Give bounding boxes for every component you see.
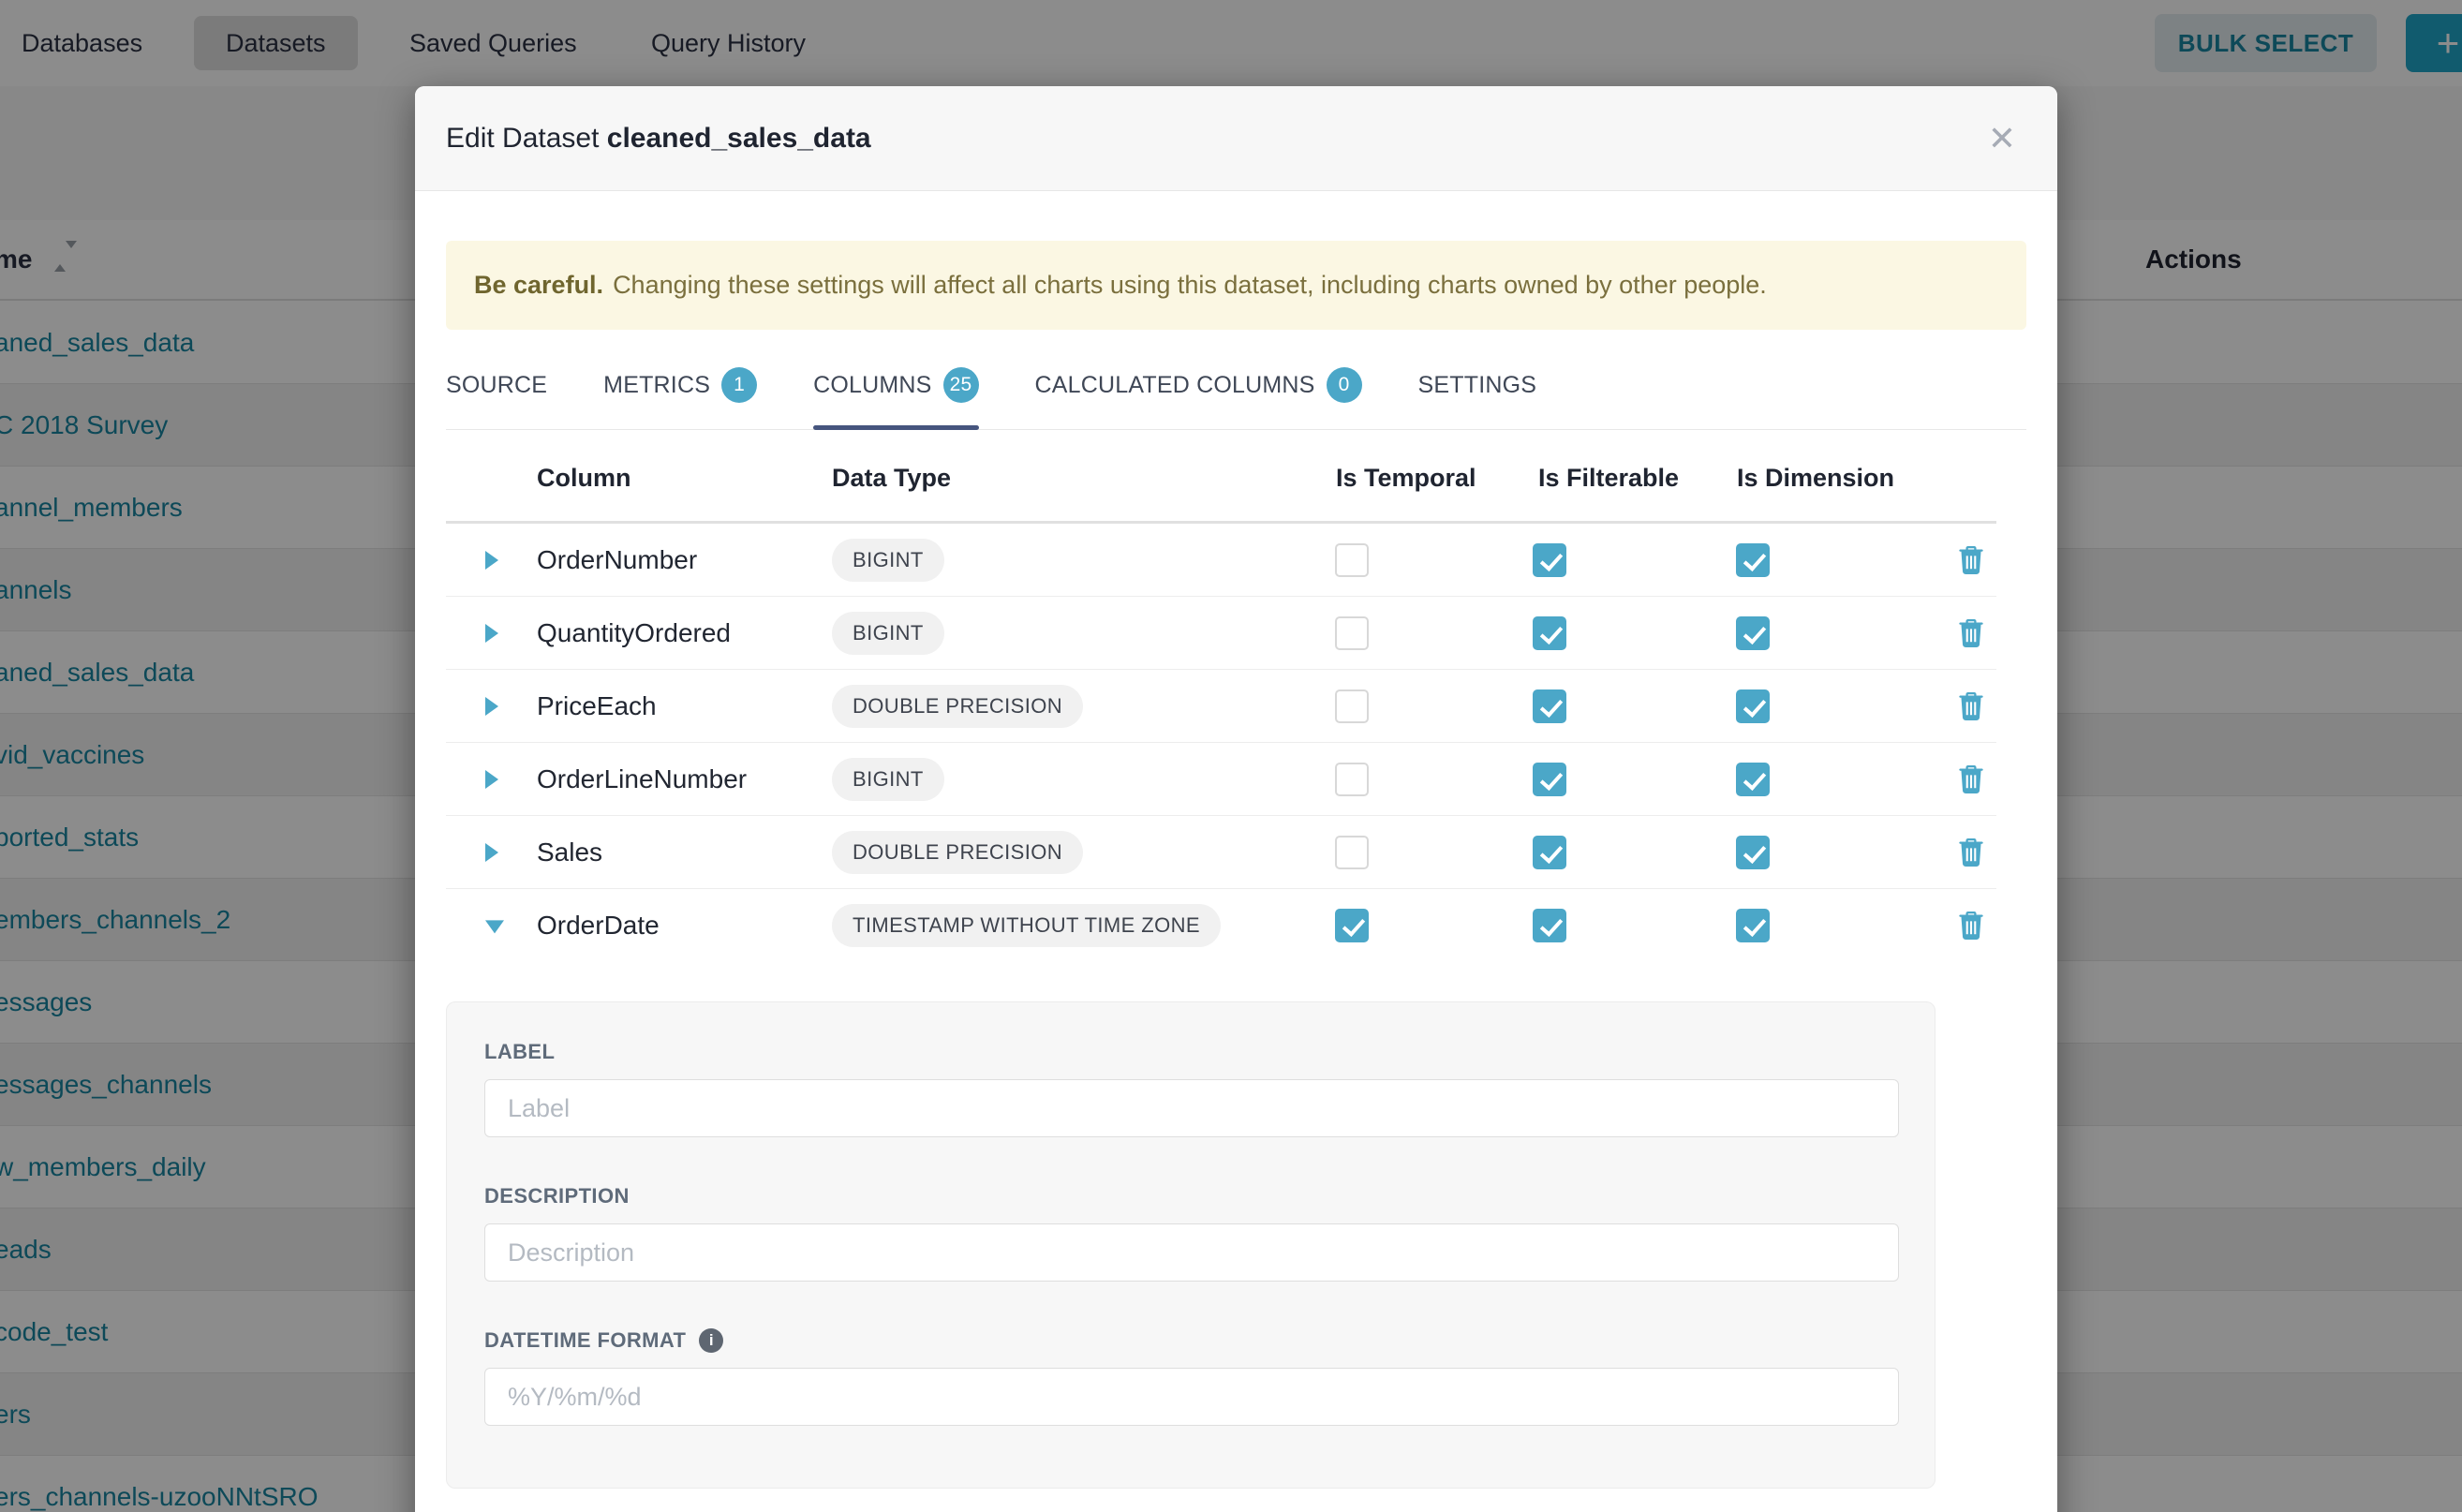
- is-temporal-checkbox[interactable]: [1335, 909, 1369, 942]
- header-is-temporal: Is Temporal: [1336, 464, 1476, 493]
- columns-count-badge: 25: [943, 367, 979, 403]
- label-input[interactable]: [484, 1079, 1899, 1137]
- modal-title-prefix: Edit Dataset: [446, 123, 599, 154]
- column-row: QuantityOrdered BIGINT: [446, 597, 1996, 670]
- column-row: OrderDate TIMESTAMP WITHOUT TIME ZONE: [446, 889, 1996, 962]
- column-row: OrderLineNumber BIGINT: [446, 743, 1996, 816]
- is-filterable-checkbox[interactable]: [1533, 763, 1566, 796]
- tab-source-label: SOURCE: [446, 372, 547, 399]
- column-name: PriceEach: [537, 691, 657, 721]
- header-data-type: Data Type: [832, 464, 951, 493]
- description-input[interactable]: [484, 1223, 1899, 1282]
- is-dimension-checkbox[interactable]: [1736, 763, 1770, 796]
- is-filterable-checkbox[interactable]: [1533, 836, 1566, 869]
- modal-title-dataset-name: cleaned_sales_data: [607, 123, 871, 154]
- is-filterable-checkbox[interactable]: [1533, 909, 1566, 942]
- expand-caret-icon[interactable]: [485, 697, 498, 716]
- data-type-pill: BIGINT: [832, 612, 944, 655]
- is-dimension-checkbox[interactable]: [1736, 836, 1770, 869]
- tab-metrics[interactable]: METRICS 1: [603, 367, 757, 429]
- data-type-pill: DOUBLE PRECISION: [832, 685, 1083, 728]
- info-icon[interactable]: i: [699, 1328, 723, 1353]
- header-column: Column: [537, 464, 631, 493]
- is-dimension-checkbox[interactable]: [1736, 616, 1770, 650]
- tab-calculated-columns[interactable]: CALCULATED COLUMNS 0: [1035, 367, 1362, 429]
- metrics-count-badge: 1: [721, 367, 757, 403]
- tab-columns[interactable]: COLUMNS 25: [813, 367, 978, 429]
- expand-caret-icon[interactable]: [485, 843, 498, 862]
- column-name: OrderDate: [537, 911, 660, 941]
- modal-header: Edit Dataset cleaned_sales_data ✕: [415, 86, 2057, 191]
- datetime-format-field-label: DATETIME FORMAT i: [484, 1328, 1897, 1353]
- tab-columns-label: COLUMNS: [813, 372, 931, 399]
- is-dimension-checkbox[interactable]: [1736, 909, 1770, 942]
- column-name: QuantityOrdered: [537, 618, 731, 648]
- data-type-pill: BIGINT: [832, 539, 944, 582]
- edit-dataset-modal: Edit Dataset cleaned_sales_data ✕ Be car…: [415, 86, 2057, 1512]
- warning-banner: Be careful. Changing these settings will…: [446, 241, 2026, 330]
- modal-title: Edit Dataset cleaned_sales_data: [446, 123, 871, 155]
- column-row: Sales DOUBLE PRECISION: [446, 816, 1996, 889]
- is-dimension-checkbox[interactable]: [1736, 689, 1770, 723]
- expand-caret-icon[interactable]: [485, 551, 498, 570]
- warning-bold: Be careful.: [474, 271, 603, 300]
- header-is-filterable: Is Filterable: [1538, 464, 1679, 493]
- is-dimension-checkbox[interactable]: [1736, 543, 1770, 577]
- is-temporal-checkbox[interactable]: [1335, 763, 1369, 796]
- delete-trash-icon[interactable]: [1958, 546, 1984, 574]
- is-temporal-checkbox[interactable]: [1335, 543, 1369, 577]
- is-temporal-checkbox[interactable]: [1335, 689, 1369, 723]
- tab-settings[interactable]: SETTINGS: [1418, 367, 1537, 429]
- delete-trash-icon[interactable]: [1958, 912, 1984, 940]
- is-filterable-checkbox[interactable]: [1533, 616, 1566, 650]
- expand-caret-icon[interactable]: [485, 770, 498, 789]
- is-filterable-checkbox[interactable]: [1533, 543, 1566, 577]
- expand-caret-icon[interactable]: [485, 920, 504, 933]
- close-icon[interactable]: ✕: [1988, 122, 2016, 156]
- warning-text: Changing these settings will affect all …: [613, 271, 1767, 300]
- datetime-format-input[interactable]: [484, 1368, 1899, 1426]
- modal-tabs: SOURCE METRICS 1 COLUMNS 25 CALCULATED C…: [446, 367, 2026, 430]
- delete-trash-icon[interactable]: [1958, 838, 1984, 867]
- is-temporal-checkbox[interactable]: [1335, 616, 1369, 650]
- data-type-pill: TIMESTAMP WITHOUT TIME ZONE: [832, 904, 1221, 947]
- column-row: OrderNumber BIGINT: [446, 524, 1996, 597]
- column-editor-panel: LABEL DESCRIPTION DATETIME FORMAT i: [446, 1001, 1935, 1489]
- columns-table: Column Data Type Is Temporal Is Filterab…: [446, 430, 1996, 962]
- calculated-columns-count-badge: 0: [1327, 367, 1362, 403]
- data-type-pill: DOUBLE PRECISION: [832, 831, 1083, 874]
- column-name: OrderLineNumber: [537, 764, 747, 794]
- column-row: PriceEach DOUBLE PRECISION: [446, 670, 1996, 743]
- columns-table-header: Column Data Type Is Temporal Is Filterab…: [446, 430, 1996, 524]
- column-name: Sales: [537, 838, 602, 867]
- label-field-label: LABEL: [484, 1040, 1897, 1064]
- column-name: OrderNumber: [537, 545, 697, 575]
- delete-trash-icon[interactable]: [1958, 692, 1984, 720]
- delete-trash-icon[interactable]: [1958, 765, 1984, 793]
- tab-metrics-label: METRICS: [603, 372, 710, 399]
- description-field-label: DESCRIPTION: [484, 1184, 1897, 1208]
- columns-table-body: OrderNumber BIGINT QuantityOrdered BIGIN…: [446, 524, 1996, 962]
- delete-trash-icon[interactable]: [1958, 619, 1984, 647]
- header-is-dimension: Is Dimension: [1737, 464, 1894, 493]
- data-type-pill: BIGINT: [832, 758, 944, 801]
- is-filterable-checkbox[interactable]: [1533, 689, 1566, 723]
- screen: Databases Datasets Saved Queries Query H…: [0, 0, 2462, 1512]
- expand-caret-icon[interactable]: [485, 624, 498, 643]
- tab-source[interactable]: SOURCE: [446, 367, 547, 429]
- tab-calculated-columns-label: CALCULATED COLUMNS: [1035, 372, 1315, 399]
- tab-settings-label: SETTINGS: [1418, 372, 1537, 399]
- is-temporal-checkbox[interactable]: [1335, 836, 1369, 869]
